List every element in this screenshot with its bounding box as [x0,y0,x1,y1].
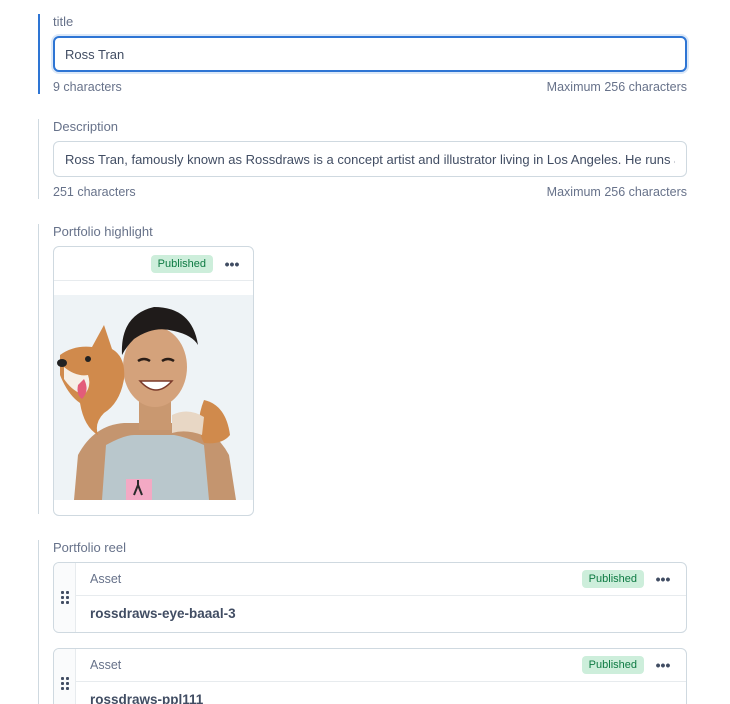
description-counter-row: 251 characters Maximum 256 characters [53,185,687,200]
reel-item-name[interactable]: rossdraws-eye-baaal-3 [76,596,686,631]
status-badge: Published [581,570,644,588]
person-with-dog-image-icon [54,295,253,500]
drag-handle-icon[interactable] [54,649,76,704]
description-char-max: Maximum 256 characters [546,185,687,199]
reel-item[interactable]: Asset Published ••• rossdraws-eye-baaal-… [53,562,687,633]
more-options-icon[interactable]: ••• [654,570,672,588]
more-options-icon[interactable]: ••• [654,656,672,674]
reel-item-type: Asset [90,572,122,586]
status-badge: Published [581,656,644,674]
description-char-count: 251 characters [53,185,136,199]
portfolio-highlight-label: Portfolio highlight [53,224,153,239]
more-options-icon[interactable]: ••• [223,255,241,273]
description-field: Description 251 characters Maximum 256 c… [38,119,687,199]
drag-handle-icon[interactable] [54,563,76,632]
description-label: Description [53,119,119,134]
title-field: title 9 characters Maximum 256 character… [38,14,687,94]
card-header: Published ••• [54,247,253,281]
portfolio-reel-label: Portfolio reel [53,540,126,555]
portfolio-highlight-card[interactable]: Published ••• [53,246,254,516]
portfolio-reel-field: Portfolio reel Asset Published ••• rossd… [38,540,687,704]
title-label: title [53,14,74,29]
title-counter-row: 9 characters Maximum 256 characters [53,80,687,95]
portfolio-image[interactable] [54,295,253,500]
portfolio-highlight-field: Portfolio highlight Published ••• [38,224,254,516]
title-input[interactable] [53,36,687,72]
reel-item-type: Asset [90,658,122,672]
title-char-count: 9 characters [53,80,122,94]
reel-item[interactable]: Asset Published ••• rossdraws-ppl111 [53,648,687,704]
description-input[interactable] [53,141,687,177]
reel-item-name[interactable]: rossdraws-ppl111 [76,682,686,704]
status-badge: Published [150,254,213,273]
title-char-max: Maximum 256 characters [546,80,687,94]
